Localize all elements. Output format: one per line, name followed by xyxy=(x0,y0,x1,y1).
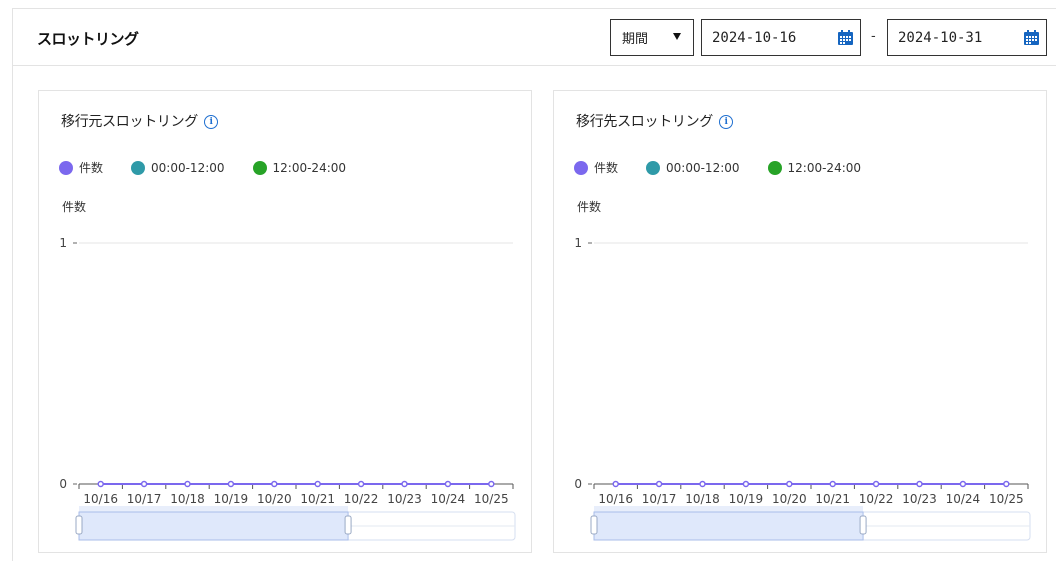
legend-dot-icon xyxy=(131,160,146,175)
info-icon[interactable]: i xyxy=(204,115,218,129)
calendar-icon[interactable] xyxy=(1023,29,1040,46)
data-point xyxy=(612,480,619,488)
page-title: スロットリング xyxy=(37,30,139,48)
date-to-input[interactable]: 2024-10-31 xyxy=(887,19,1047,56)
data-point xyxy=(444,480,452,488)
y-axis-title: 件数 xyxy=(62,200,87,214)
chart-legend: 件数 00:00-12:00 12:00-24:00 xyxy=(59,159,374,176)
x-tick-label: 10/20 xyxy=(257,492,292,506)
legend-item-count[interactable]: 件数 xyxy=(574,159,618,176)
panel-title-text: 移行元スロットリング xyxy=(61,114,198,130)
data-point xyxy=(488,480,495,488)
source-throttling-chart: 0 1 10/16 10/17 10/18 10/19 10/20 10/21 10/22 10/… xyxy=(59,236,516,541)
date-from-value: 2024-10-16 xyxy=(712,29,797,46)
data-point xyxy=(1003,480,1010,488)
y-axis-title: 件数 xyxy=(577,200,602,214)
info-icon[interactable]: i xyxy=(719,115,733,129)
legend-label: 件数 xyxy=(79,161,104,175)
throttling-page: スロットリング 期間 2024-10-16 - 2024-10-31 移行元スロ… xyxy=(12,8,1056,561)
panel-title: 移行先スロットリング i xyxy=(576,111,733,131)
x-tick-label: 10/17 xyxy=(642,492,677,506)
caret-down-icon xyxy=(673,33,681,40)
panel-title-text: 移行先スロットリング xyxy=(576,114,713,130)
x-tick-label: 10/17 xyxy=(127,492,162,506)
target-throttling-panel: 移行先スロットリング i 件数 00:00-12:00 12:00-24:00 … xyxy=(553,90,1047,553)
x-tick-label: 10/18 xyxy=(685,492,720,506)
legend-label: 12:00-24:00 xyxy=(787,160,862,175)
data-point xyxy=(786,480,793,488)
date-range-separator: - xyxy=(871,29,876,44)
zoom-top-bar xyxy=(594,506,864,512)
data-point xyxy=(314,480,321,488)
data-point xyxy=(97,480,104,488)
calendar-icon[interactable] xyxy=(837,29,854,46)
period-select-label: 期間 xyxy=(622,32,649,47)
x-tick-label: 10/20 xyxy=(772,492,807,506)
data-point xyxy=(140,480,148,488)
zoom-slider[interactable] xyxy=(75,506,516,541)
legend-label: 件数 xyxy=(594,161,619,175)
legend-item-pm[interactable]: 12:00-24:00 xyxy=(767,159,862,176)
legend-item-pm[interactable]: 12:00-24:00 xyxy=(252,159,347,176)
data-point xyxy=(227,480,235,488)
page-header: スロットリング 期間 2024-10-16 - 2024-10-31 xyxy=(13,9,1056,66)
data-point xyxy=(699,480,706,488)
data-point xyxy=(959,480,967,488)
legend-label: 00:00-12:00 xyxy=(151,160,225,175)
legend-item-count[interactable]: 件数 xyxy=(59,159,103,176)
legend-dot-icon xyxy=(646,160,661,175)
data-point xyxy=(184,480,191,488)
data-point xyxy=(401,480,408,488)
data-point xyxy=(916,480,923,488)
x-tick-label: 10/25 xyxy=(474,492,509,506)
y-tick-label: 1 xyxy=(59,236,67,250)
date-to-value: 2024-10-31 xyxy=(898,29,983,46)
legend-item-am[interactable]: 00:00-12:00 xyxy=(131,159,225,176)
x-tick-label: 10/23 xyxy=(387,492,422,506)
source-throttling-panel: 移行元スロットリング i 件数 00:00-12:00 12:00-24:00 … xyxy=(38,90,532,553)
y-tick-label: 0 xyxy=(59,477,67,491)
y-tick-label: 0 xyxy=(574,477,582,491)
legend-item-am[interactable]: 00:00-12:00 xyxy=(646,159,740,176)
x-tick-label: 10/19 xyxy=(214,492,249,506)
zoom-handle[interactable] xyxy=(75,515,83,535)
x-tick-label: 10/16 xyxy=(83,492,118,506)
legend-label: 00:00-12:00 xyxy=(666,160,740,175)
data-point xyxy=(357,480,365,488)
legend-dot-icon xyxy=(252,160,267,175)
x-tick-label: 10/22 xyxy=(344,492,379,506)
legend-dot-icon xyxy=(574,160,588,175)
x-tick-label: 10/24 xyxy=(946,492,981,506)
period-select[interactable]: 期間 xyxy=(610,19,694,56)
panel-title: 移行元スロットリング i xyxy=(61,111,218,131)
zoom-window xyxy=(78,511,349,541)
data-point xyxy=(271,480,278,488)
legend-label: 12:00-24:00 xyxy=(272,160,347,175)
zoom-window xyxy=(593,511,864,541)
legend-dot-icon xyxy=(59,160,73,175)
data-point xyxy=(655,480,663,488)
zoom-slider[interactable] xyxy=(590,506,1031,541)
target-throttling-chart: 0 1 10/16 10/17 10/18 10/19 10/20 10/21 10/22 10/… xyxy=(574,236,1031,541)
x-tick-label: 10/22 xyxy=(859,492,894,506)
y-tick-label: 1 xyxy=(574,236,582,250)
zoom-handle[interactable] xyxy=(344,515,352,535)
x-tick-label: 10/23 xyxy=(902,492,937,506)
zoom-handle[interactable] xyxy=(859,515,867,535)
zoom-handle[interactable] xyxy=(590,515,598,535)
zoom-top-bar xyxy=(79,506,349,512)
data-point xyxy=(742,480,750,488)
x-tick-label: 10/21 xyxy=(815,492,850,506)
x-tick-label: 10/21 xyxy=(300,492,335,506)
x-tick-label: 10/16 xyxy=(598,492,633,506)
x-tick-label: 10/24 xyxy=(431,492,466,506)
data-point xyxy=(872,480,880,488)
chart-legend: 件数 00:00-12:00 12:00-24:00 xyxy=(574,159,889,176)
x-tick-label: 10/25 xyxy=(989,492,1024,506)
date-from-input[interactable]: 2024-10-16 xyxy=(701,19,861,56)
x-tick-label: 10/19 xyxy=(729,492,764,506)
data-point xyxy=(829,480,836,488)
legend-dot-icon xyxy=(767,160,782,175)
x-tick-label: 10/18 xyxy=(170,492,205,506)
